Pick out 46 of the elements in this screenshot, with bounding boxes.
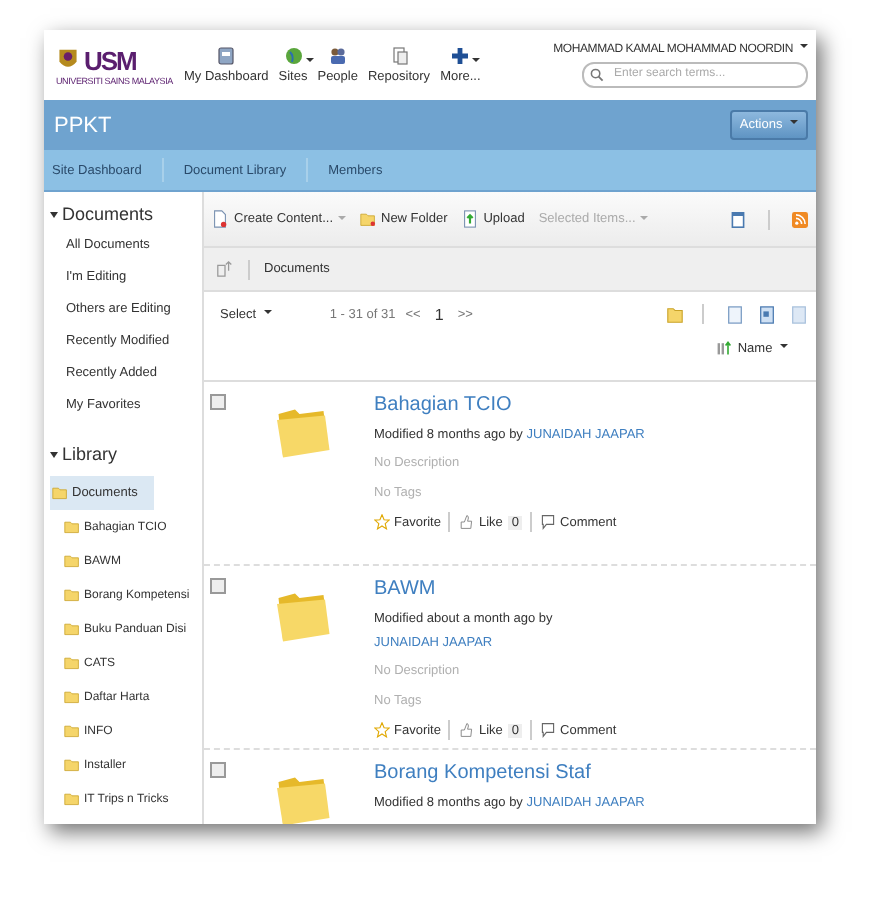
folder-title-link[interactable]: Bahagian TCIO [374, 394, 654, 416]
sort-icon[interactable] [715, 340, 732, 356]
thumbs-up-icon [458, 514, 475, 530]
thumbs-up-icon [458, 722, 475, 738]
folder-icon [64, 520, 80, 534]
checkbox[interactable] [210, 762, 226, 778]
simple-view-icon[interactable] [726, 305, 744, 323]
checkbox[interactable] [210, 578, 226, 594]
folder-icon [64, 588, 80, 602]
dashboard-icon [216, 46, 237, 66]
folder-icon [64, 554, 80, 568]
list-view-icon[interactable] [790, 305, 808, 323]
people-icon [327, 46, 348, 66]
folder-icon [64, 622, 80, 636]
window-icon[interactable] [730, 211, 746, 227]
caret-icon [472, 58, 481, 66]
section-heading[interactable]: Library [50, 444, 202, 464]
folder-title-link[interactable]: Borang Kompetensi Staf [374, 762, 654, 784]
page-number: 1 [434, 305, 444, 323]
star-icon [374, 722, 390, 738]
site-title: PPKT [54, 113, 112, 137]
rss-icon[interactable] [792, 211, 808, 227]
caret-icon [305, 58, 313, 66]
checkbox[interactable] [210, 394, 226, 410]
globe-icon [283, 46, 303, 66]
folder-icon [64, 656, 80, 670]
speech-bubble-icon [540, 514, 557, 530]
folder-icon [64, 724, 80, 738]
plus-icon [450, 46, 471, 66]
folder-icon [64, 792, 80, 806]
new-document-icon [212, 210, 228, 228]
logo-text: USM [84, 45, 136, 75]
upload-icon [461, 210, 478, 228]
new-folder-icon [359, 210, 375, 228]
star-icon [374, 514, 390, 530]
folder-icon [64, 758, 80, 772]
folder-title-link[interactable]: BAWM [374, 578, 654, 600]
folder-icon [64, 690, 80, 704]
search-icon [590, 67, 604, 81]
folder-up-icon[interactable] [216, 260, 234, 278]
section-heading[interactable]: Documents [50, 204, 202, 224]
folder-icon[interactable] [666, 305, 684, 323]
speech-bubble-icon [540, 722, 557, 738]
documents-icon [389, 46, 410, 66]
open-folder-icon [52, 486, 68, 500]
detailed-view-icon[interactable] [758, 305, 776, 323]
